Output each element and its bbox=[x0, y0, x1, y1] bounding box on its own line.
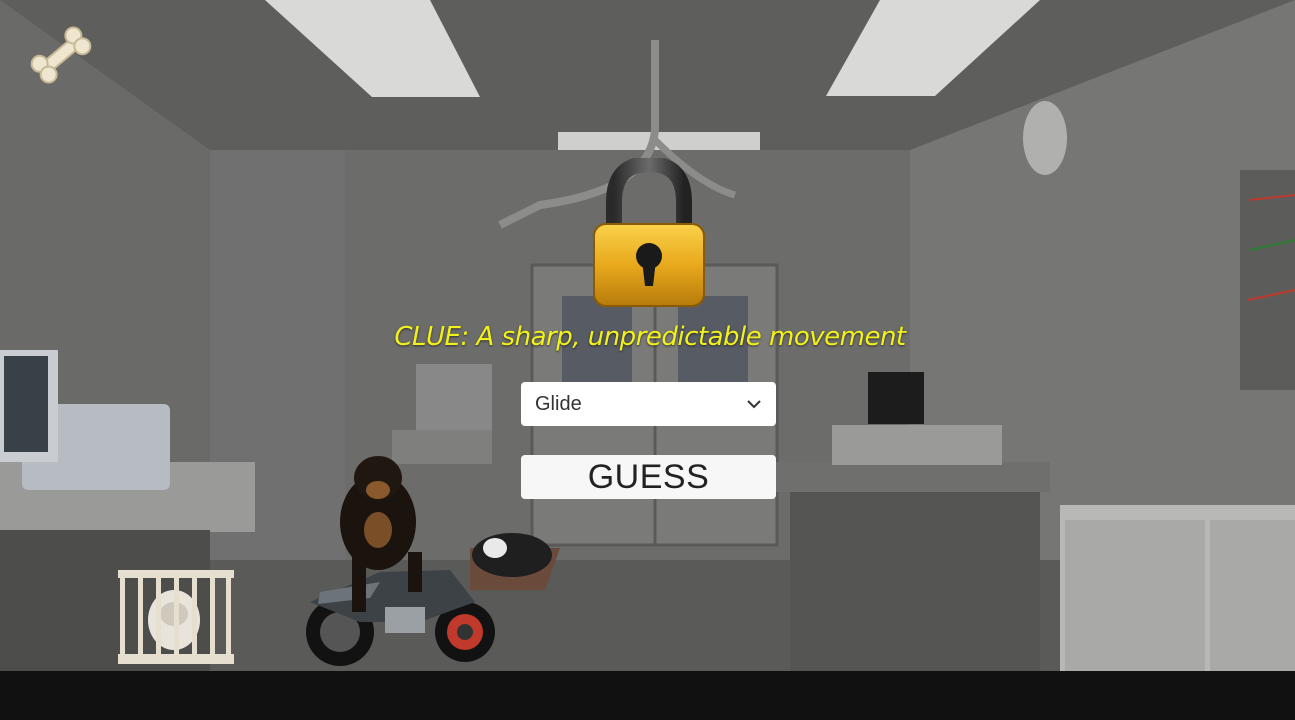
answer-dropdown[interactable]: Glide bbox=[521, 382, 776, 426]
clue-text: CLUE: A sharp, unpredictable movement bbox=[394, 322, 906, 352]
chevron-down-icon bbox=[747, 400, 761, 409]
game-scene: CLUE: A sharp, unpredictable movement Gl… bbox=[0, 0, 1295, 671]
dog-cage bbox=[116, 568, 236, 666]
bone-icon[interactable] bbox=[26, 22, 96, 88]
guess-button[interactable]: GUESS bbox=[521, 455, 776, 499]
answer-dropdown-value: Glide bbox=[535, 392, 582, 415]
letterbox-bar bbox=[0, 671, 1295, 720]
dog-on-motorbike-character bbox=[300, 452, 500, 671]
padlock-icon bbox=[592, 155, 706, 308]
